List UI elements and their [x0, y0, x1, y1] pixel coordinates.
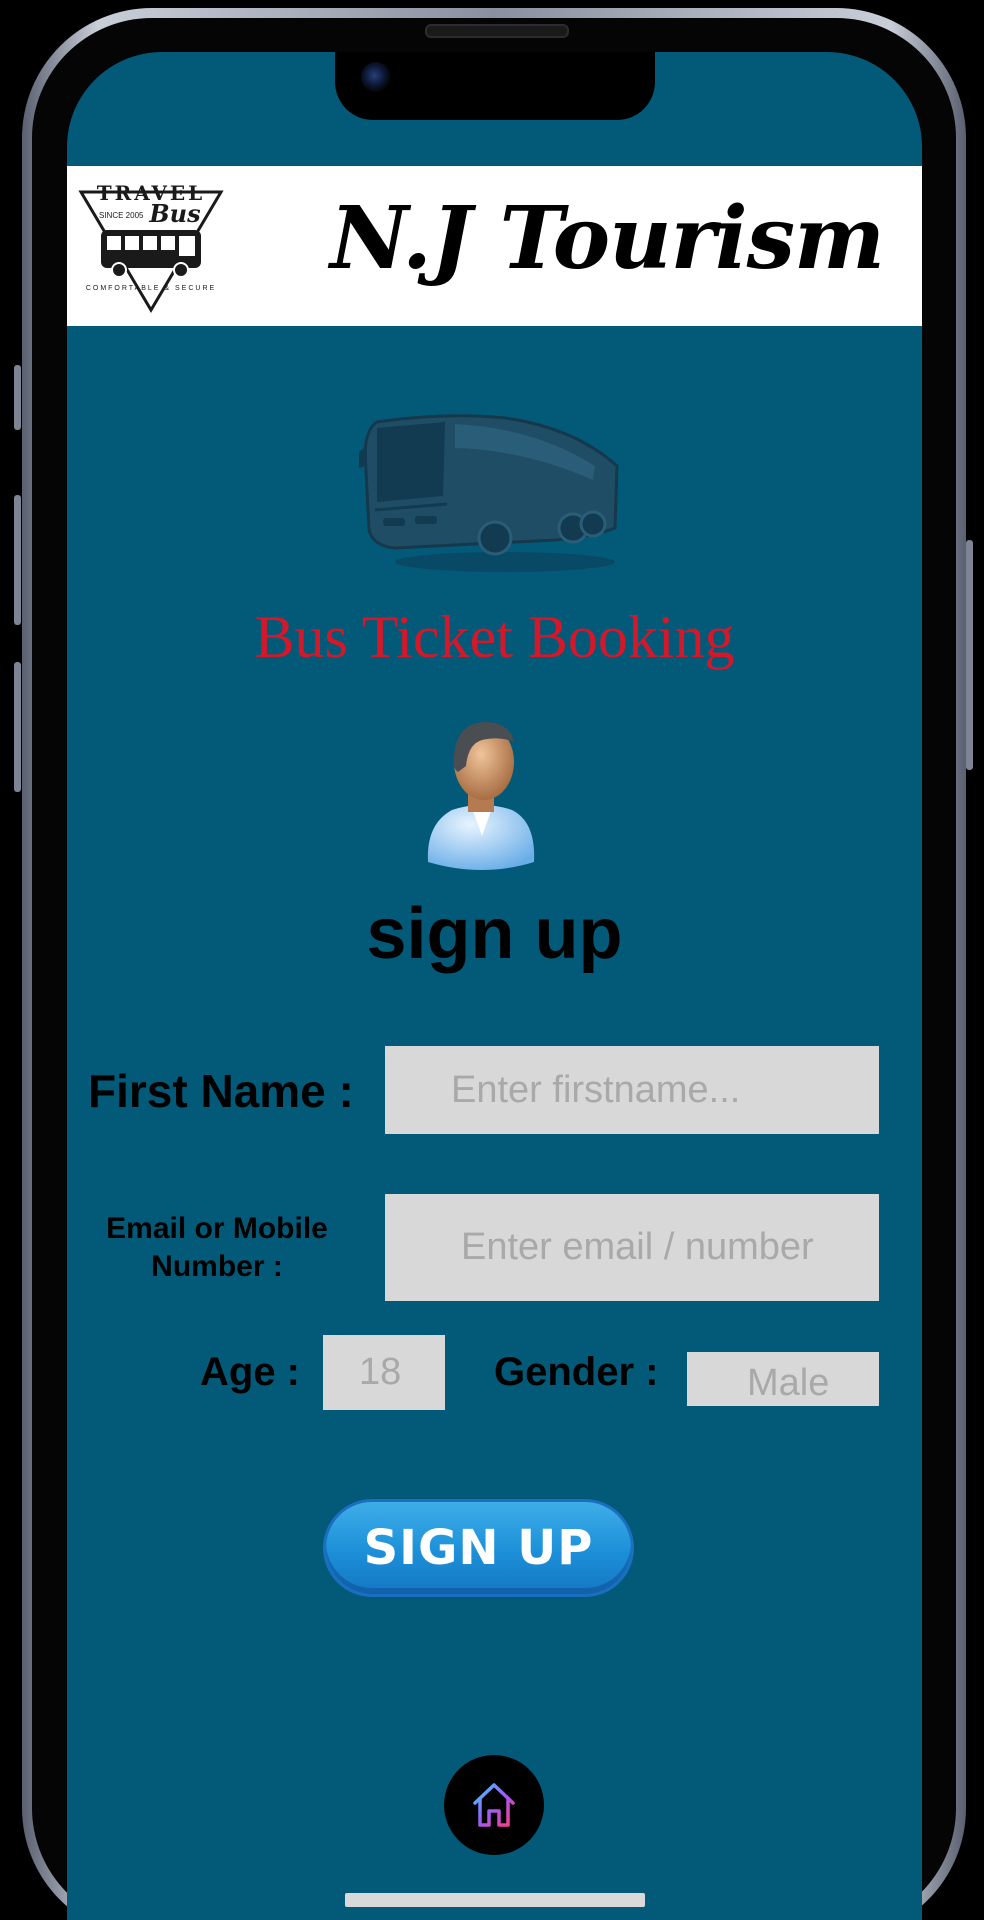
- booking-title: Bus Ticket Booking: [254, 604, 735, 670]
- email-mobile-input[interactable]: [385, 1194, 879, 1301]
- logo-bottom-text: COMFORTABLE & SECURE: [86, 285, 216, 292]
- user-avatar-icon: [427, 722, 535, 870]
- age-label: Age :: [200, 1350, 300, 1394]
- stage: TRAVEL SINCE 2005 Bus COMFORTABLE & SECU…: [0, 0, 984, 1920]
- gender-input[interactable]: [687, 1352, 879, 1406]
- app-title: N.J Tourism: [329, 188, 885, 289]
- sign-up-button[interactable]: SIGN UP: [323, 1499, 634, 1597]
- app-screen: [67, 52, 922, 1920]
- home-icon: [473, 1783, 515, 1827]
- age-input[interactable]: [323, 1335, 445, 1410]
- email-mobile-label: Email or Mobile Number :: [106, 1212, 328, 1283]
- side-button-mute: [14, 365, 21, 430]
- first-name-input[interactable]: [385, 1046, 879, 1134]
- logo-script-text: Bus: [148, 199, 201, 228]
- first-name-label: First Name :: [88, 1065, 354, 1117]
- side-button-power: [966, 540, 973, 770]
- speaker-grille: [425, 24, 569, 38]
- bus-icon: [359, 414, 619, 572]
- side-button-volume-down: [14, 662, 21, 792]
- header-banner: TRAVEL SINCE 2005 Bus COMFORTABLE & SECU…: [67, 166, 922, 326]
- camera-icon: [361, 62, 391, 92]
- logo-since-text: SINCE 2005: [99, 211, 144, 220]
- logo-bus-icon: [101, 230, 201, 278]
- travel-bus-logo: TRAVEL SINCE 2005 Bus COMFORTABLE & SECU…: [78, 181, 224, 313]
- home-indicator-bar[interactable]: [345, 1893, 645, 1907]
- signup-heading: sign up: [366, 894, 623, 974]
- gender-label: Gender :: [494, 1350, 659, 1394]
- side-button-volume-up: [14, 495, 21, 625]
- home-button[interactable]: [444, 1755, 544, 1855]
